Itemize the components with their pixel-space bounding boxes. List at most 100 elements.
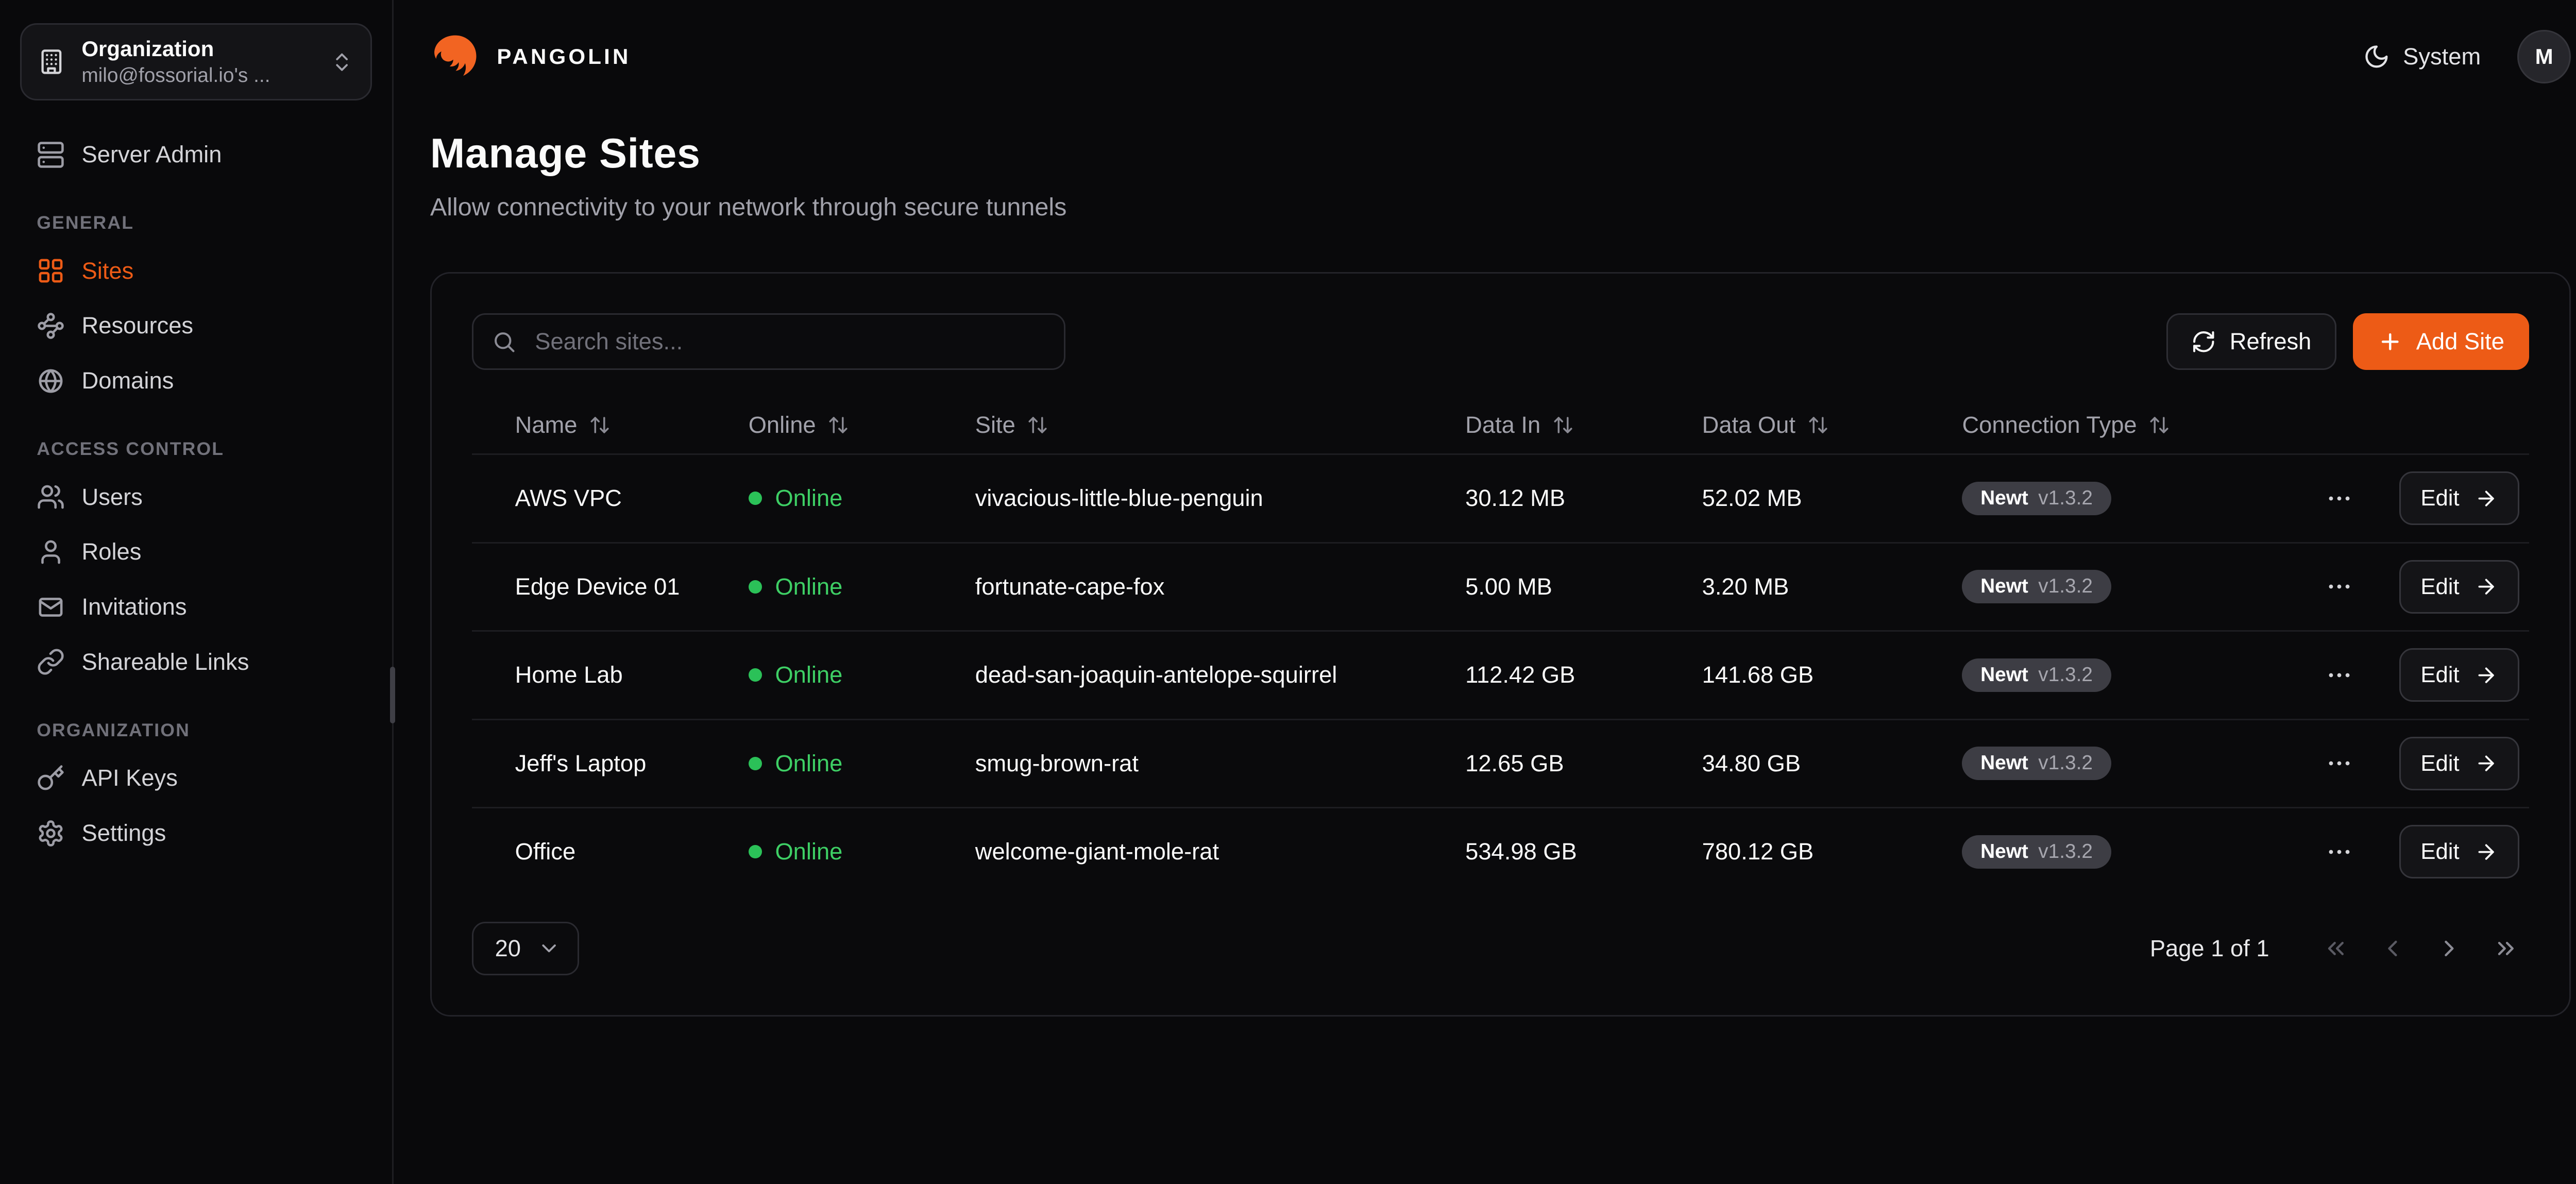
edit-button[interactable]: Edit (2399, 471, 2519, 525)
key-icon (37, 764, 65, 792)
refresh-icon (2191, 329, 2216, 354)
row-menu-button[interactable] (2302, 831, 2376, 873)
arrow-right-icon (2475, 840, 2498, 864)
connection-type: Newt (1980, 577, 2028, 597)
search-input[interactable] (532, 327, 1045, 357)
search-box (472, 313, 1065, 370)
tunnel-name-cell: smug-brown-rat (975, 750, 1465, 777)
previous-page-button[interactable] (2369, 925, 2416, 972)
status-label: Online (775, 485, 842, 512)
table-row: AWS VPC Online vivacious-little-blue-pen… (472, 453, 2530, 542)
sort-icon (1807, 414, 1829, 436)
ellipsis-icon (2325, 484, 2353, 513)
server-icon (37, 141, 65, 169)
connection-type-cell: Newtv1.3.2 (1962, 835, 2302, 869)
add-site-button[interactable]: Add Site (2353, 313, 2529, 370)
org-title: Organization (81, 37, 314, 61)
connection-type: Newt (1980, 842, 2028, 862)
arrow-right-icon (2475, 575, 2498, 598)
status-cell: Online (749, 573, 975, 600)
arrow-right-icon (2475, 752, 2498, 775)
gear-icon (37, 819, 65, 848)
sort-icon (589, 414, 611, 436)
first-page-button[interactable] (2313, 925, 2360, 972)
link-icon (37, 648, 65, 676)
page-subtitle: Allow connectivity to your network throu… (430, 193, 2571, 222)
sidebar-item-label: Settings (82, 820, 166, 847)
scrollbar-thumb[interactable] (390, 667, 395, 723)
edit-button[interactable]: Edit (2399, 737, 2519, 790)
pangolin-logo (430, 31, 480, 81)
status-cell: Online (749, 838, 975, 865)
add-site-label: Add Site (2416, 328, 2504, 355)
connection-version: v1.3.2 (2038, 753, 2093, 773)
theme-toggle[interactable]: System (2363, 43, 2481, 70)
main-content: PANGOLIN System M Manage Sites Allow con… (394, 0, 2576, 1184)
arrow-right-icon (2475, 487, 2498, 510)
next-page-button[interactable] (2426, 925, 2473, 972)
row-menu-button[interactable] (2302, 566, 2376, 607)
site-name-cell: Jeff's Laptop (515, 750, 749, 777)
sidebar-item-label: Resources (82, 312, 194, 339)
column-header-online[interactable]: Online (749, 412, 975, 438)
sidebar-item-label: Domains (82, 367, 174, 394)
sites-toolbar: Refresh Add Site (472, 313, 2530, 370)
row-menu-button[interactable] (2302, 654, 2376, 696)
waypoints-icon (37, 312, 65, 340)
column-header-data-in[interactable]: Data In (1465, 412, 1702, 438)
status-label: Online (775, 662, 842, 688)
org-picker[interactable]: Organization milo@fossorial.io's ... (20, 23, 372, 100)
sort-icon (1552, 414, 1574, 436)
tunnel-name-cell: vivacious-little-blue-penguin (975, 485, 1465, 512)
edit-button[interactable]: Edit (2399, 825, 2519, 878)
edit-button[interactable]: Edit (2399, 560, 2519, 614)
sidebar-item-shareable-links[interactable]: Shareable Links (20, 635, 372, 690)
edit-button[interactable]: Edit (2399, 648, 2519, 702)
grid-icon (37, 257, 65, 285)
row-menu-button[interactable] (2302, 742, 2376, 784)
column-header-data-out[interactable]: Data Out (1702, 412, 1962, 438)
chevron-down-icon (537, 937, 561, 960)
connection-badge: Newtv1.3.2 (1962, 658, 2111, 692)
data-out-cell: 52.02 MB (1702, 485, 1962, 512)
column-header-connection-type[interactable]: Connection Type (1962, 412, 2302, 438)
data-in-cell: 30.12 MB (1465, 485, 1702, 512)
last-page-button[interactable] (2483, 925, 2530, 972)
sidebar-item-roles[interactable]: Roles (20, 525, 372, 580)
page-info: Page 1 of 1 (2150, 935, 2269, 962)
connection-version: v1.3.2 (2038, 488, 2093, 509)
connection-type: Newt (1980, 753, 2028, 773)
users-icon (37, 483, 65, 511)
globe-icon (37, 367, 65, 395)
avatar[interactable]: M (2517, 30, 2571, 83)
sidebar-item-label: Shareable Links (82, 649, 249, 675)
page-size-select[interactable]: 20 (472, 922, 579, 975)
sidebar-item-settings[interactable]: Settings (20, 806, 372, 861)
theme-label: System (2403, 43, 2481, 70)
column-header-name[interactable]: Name (515, 412, 749, 438)
table-header: Name Online Site Data In Data Out Connec… (472, 397, 2530, 453)
ellipsis-icon (2325, 661, 2353, 689)
data-out-cell: 141.68 GB (1702, 662, 1962, 688)
sidebar-item-label: Roles (82, 538, 142, 565)
sidebar-item-users[interactable]: Users (20, 469, 372, 525)
sidebar-item-domains[interactable]: Domains (20, 353, 372, 409)
status-label: Online (775, 750, 842, 777)
sidebar-item-sites[interactable]: Sites (20, 243, 372, 298)
table-row: Edge Device 01 Online fortunate-cape-fox… (472, 542, 2530, 631)
user-icon (37, 538, 65, 566)
connection-type-cell: Newt v1.3.2 (1962, 482, 2302, 515)
sidebar-item-server-admin[interactable]: Server Admin (20, 127, 372, 182)
site-name-cell: Home Lab (515, 662, 749, 688)
sidebar-item-api-keys[interactable]: API Keys (20, 751, 372, 806)
connection-type: Newt (1980, 488, 2028, 509)
data-out-cell: 3.20 MB (1702, 573, 1962, 600)
data-out-cell: 34.80 GB (1702, 750, 1962, 777)
row-menu-button[interactable] (2302, 478, 2376, 519)
table-row: Home Lab Online dead-san-joaquin-antelop… (472, 630, 2530, 719)
sidebar-item-invitations[interactable]: Invitations (20, 580, 372, 635)
column-header-site[interactable]: Site (975, 412, 1465, 438)
sidebar-item-resources[interactable]: Resources (20, 298, 372, 353)
topbar: PANGOLIN System M (394, 0, 2576, 83)
refresh-button[interactable]: Refresh (2166, 313, 2336, 370)
